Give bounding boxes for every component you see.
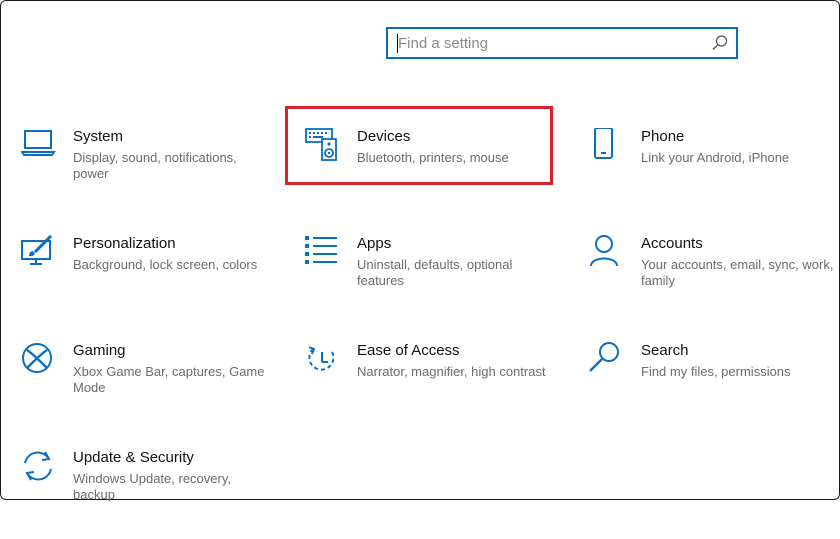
tile-title: System: [73, 128, 124, 145]
tile-title: Update & Security: [73, 449, 194, 466]
tile-phone[interactable]: Phone Link your Android, iPhone: [589, 128, 840, 218]
paintbrush-monitor-icon: [21, 235, 57, 271]
tile-personalization[interactable]: Personalization Background, lock screen,…: [21, 235, 281, 325]
tile-devices[interactable]: Devices Bluetooth, printers, mouse: [305, 128, 565, 218]
tile-title: Accounts: [641, 235, 703, 252]
ease-of-access-icon: [305, 342, 341, 378]
xbox-icon: [21, 342, 57, 378]
tile-title: Gaming: [73, 342, 126, 359]
sync-arrows-icon: [21, 449, 57, 485]
tile-title: Devices: [357, 128, 411, 145]
tile-title: Apps: [357, 235, 392, 252]
search-box[interactable]: [386, 27, 738, 59]
tile-search[interactable]: Search Find my files, permissions: [589, 342, 840, 432]
tile-description: Find my files, permissions: [641, 364, 791, 379]
tile-update-security[interactable]: Update & Security Windows Update, recove…: [21, 449, 281, 539]
app-list-icon: [305, 235, 341, 271]
tile-title: Phone: [641, 128, 685, 145]
tile-description: Your accounts, email, sync, work, family: [641, 257, 834, 288]
tile-description: Windows Update, recovery, backup: [73, 471, 231, 502]
tile-description: Display, sound, notifications, power: [73, 150, 237, 181]
phone-icon: [589, 128, 625, 164]
search-icon[interactable]: [711, 34, 729, 52]
keyboard-speaker-icon: [305, 128, 341, 164]
tile-gaming[interactable]: Gaming Xbox Game Bar, captures, Game Mod…: [21, 342, 281, 432]
tile-description: Uninstall, defaults, optional features: [357, 257, 513, 288]
tile-ease-of-access[interactable]: Ease of Access Narrator, magnifier, high…: [305, 342, 565, 432]
person-icon: [589, 235, 625, 271]
tile-description: Bluetooth, printers, mouse: [357, 150, 509, 165]
tile-accounts[interactable]: Accounts Your accounts, email, sync, wor…: [589, 235, 840, 325]
laptop-icon: [21, 128, 57, 164]
tile-title: Personalization: [73, 235, 176, 252]
tile-title: Search: [641, 342, 689, 359]
tile-description: Narrator, magnifier, high contrast: [357, 364, 546, 379]
tile-description: Background, lock screen, colors: [73, 257, 258, 272]
tile-description: Link your Android, iPhone: [641, 150, 790, 165]
tile-description: Xbox Game Bar, captures, Game Mode: [73, 364, 265, 395]
magnifier-icon: [589, 342, 625, 378]
tile-system[interactable]: System Display, sound, notifications, po…: [21, 128, 281, 218]
tile-apps[interactable]: Apps Uninstall, defaults, optional featu…: [305, 235, 565, 325]
tile-title: Ease of Access: [357, 342, 460, 359]
search-input[interactable]: [398, 33, 698, 53]
